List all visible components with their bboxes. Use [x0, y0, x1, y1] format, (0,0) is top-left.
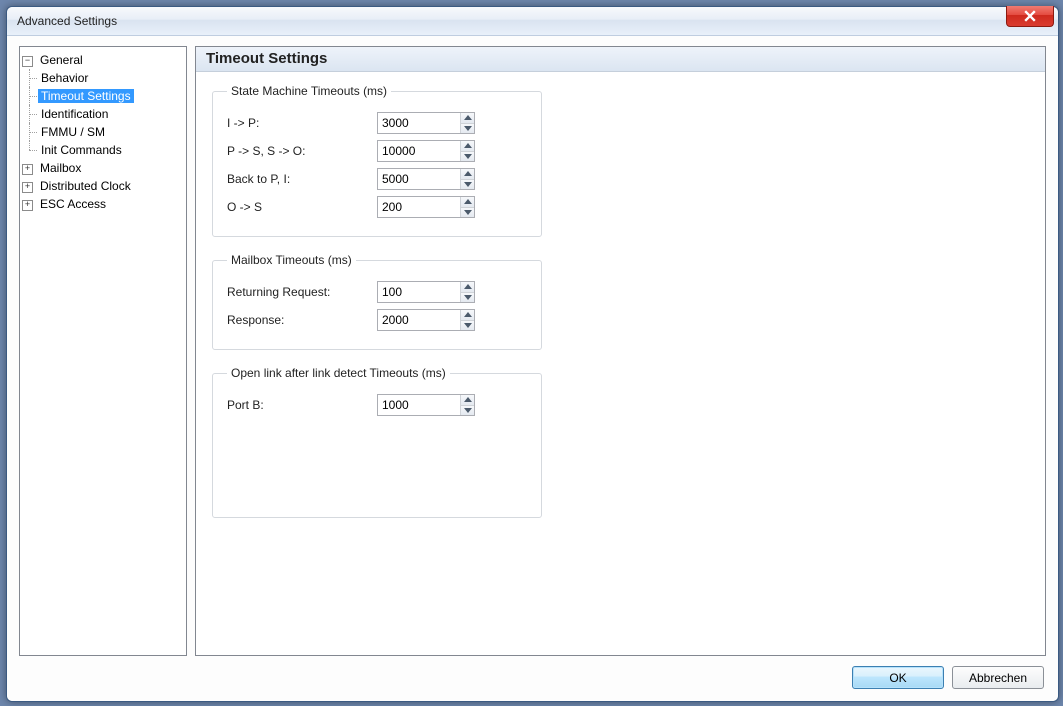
nav-tree: −General Behavior Timeout Settings Ident…: [19, 46, 187, 656]
tree-item-fmmu-sm[interactable]: FMMU / SM: [38, 125, 108, 139]
spinner-i-to-p: [377, 112, 475, 134]
dialog-window: Advanced Settings −General Behavior Time…: [6, 6, 1059, 702]
spin-down[interactable]: [461, 124, 474, 134]
tree-item-esc-access[interactable]: ESC Access: [37, 197, 109, 211]
spin-btns: [460, 197, 474, 217]
dialog-button-row: OK Abbrechen: [19, 656, 1046, 691]
input-port-b[interactable]: [378, 395, 460, 415]
row-response: Response:: [227, 309, 527, 331]
spin-down[interactable]: [461, 208, 474, 218]
tree-item-timeout-settings[interactable]: Timeout Settings: [38, 89, 134, 103]
panes: −General Behavior Timeout Settings Ident…: [19, 46, 1046, 656]
cancel-button[interactable]: Abbrechen: [952, 666, 1044, 689]
tree-item-behavior[interactable]: Behavior: [38, 71, 91, 85]
group-mailbox-timeouts: Mailbox Timeouts (ms) Returning Request:: [212, 253, 542, 350]
row-o-to-s: O -> S: [227, 196, 527, 218]
window-title: Advanced Settings: [17, 14, 117, 28]
group-open-link-timeouts: Open link after link detect Timeouts (ms…: [212, 366, 542, 518]
spin-down[interactable]: [461, 406, 474, 416]
label-returning-request: Returning Request:: [227, 285, 377, 299]
spin-up[interactable]: [461, 395, 474, 406]
spin-up[interactable]: [461, 197, 474, 208]
expand-toggle-general[interactable]: −: [22, 56, 33, 67]
input-response[interactable]: [378, 310, 460, 330]
spin-down[interactable]: [461, 321, 474, 331]
expand-toggle-esc[interactable]: +: [22, 200, 33, 211]
spin-btns: [460, 141, 474, 161]
titlebar: Advanced Settings: [7, 7, 1058, 36]
group2-legend: Mailbox Timeouts (ms): [227, 253, 356, 267]
row-p-s-s-o: P -> S, S -> O:: [227, 140, 527, 162]
page-title: Timeout Settings: [196, 47, 1045, 72]
spin-btns: [460, 169, 474, 189]
spinner-p-s-s-o: [377, 140, 475, 162]
label-port-b: Port B:: [227, 398, 377, 412]
spin-down[interactable]: [461, 180, 474, 190]
tree-item-mailbox[interactable]: Mailbox: [37, 161, 84, 175]
spin-up[interactable]: [461, 310, 474, 321]
expand-toggle-dc[interactable]: +: [22, 182, 33, 193]
close-icon: [1024, 10, 1036, 22]
spin-btns: [460, 113, 474, 133]
close-button[interactable]: [1006, 6, 1054, 27]
client-area: −General Behavior Timeout Settings Ident…: [7, 36, 1058, 701]
label-p-s-s-o: P -> S, S -> O:: [227, 144, 377, 158]
ok-button[interactable]: OK: [852, 666, 944, 689]
spin-btns: [460, 282, 474, 302]
spinner-response: [377, 309, 475, 331]
spinner-o-to-s: [377, 196, 475, 218]
spin-up[interactable]: [461, 282, 474, 293]
label-o-to-s: O -> S: [227, 200, 377, 214]
row-i-to-p: I -> P:: [227, 112, 527, 134]
spin-up[interactable]: [461, 141, 474, 152]
spin-down[interactable]: [461, 152, 474, 162]
spinner-port-b: [377, 394, 475, 416]
tree-item-init-commands[interactable]: Init Commands: [38, 143, 125, 157]
input-returning-request[interactable]: [378, 282, 460, 302]
label-i-to-p: I -> P:: [227, 116, 377, 130]
spin-down[interactable]: [461, 293, 474, 303]
spinner-back-to-p-i: [377, 168, 475, 190]
spin-btns: [460, 395, 474, 415]
label-response: Response:: [227, 313, 377, 327]
group1-legend: State Machine Timeouts (ms): [227, 84, 391, 98]
spin-up[interactable]: [461, 113, 474, 124]
content-pane: Timeout Settings State Machine Timeouts …: [195, 46, 1046, 656]
tree-item-identification[interactable]: Identification: [38, 107, 111, 121]
row-back-to-p-i: Back to P, I:: [227, 168, 527, 190]
input-o-to-s[interactable]: [378, 197, 460, 217]
row-port-b: Port B:: [227, 394, 527, 416]
tree-item-distributed-clock[interactable]: Distributed Clock: [37, 179, 134, 193]
group3-legend: Open link after link detect Timeouts (ms…: [227, 366, 450, 380]
input-p-s-s-o[interactable]: [378, 141, 460, 161]
spin-btns: [460, 310, 474, 330]
content-body: State Machine Timeouts (ms) I -> P:: [196, 72, 1045, 546]
tree-item-general[interactable]: General: [37, 53, 86, 67]
input-back-to-p-i[interactable]: [378, 169, 460, 189]
input-i-to-p[interactable]: [378, 113, 460, 133]
group-state-machine-timeouts: State Machine Timeouts (ms) I -> P:: [212, 84, 542, 237]
row-returning-request: Returning Request:: [227, 281, 527, 303]
spinner-returning-request: [377, 281, 475, 303]
spin-up[interactable]: [461, 169, 474, 180]
label-back-to-p-i: Back to P, I:: [227, 172, 377, 186]
expand-toggle-mailbox[interactable]: +: [22, 164, 33, 175]
